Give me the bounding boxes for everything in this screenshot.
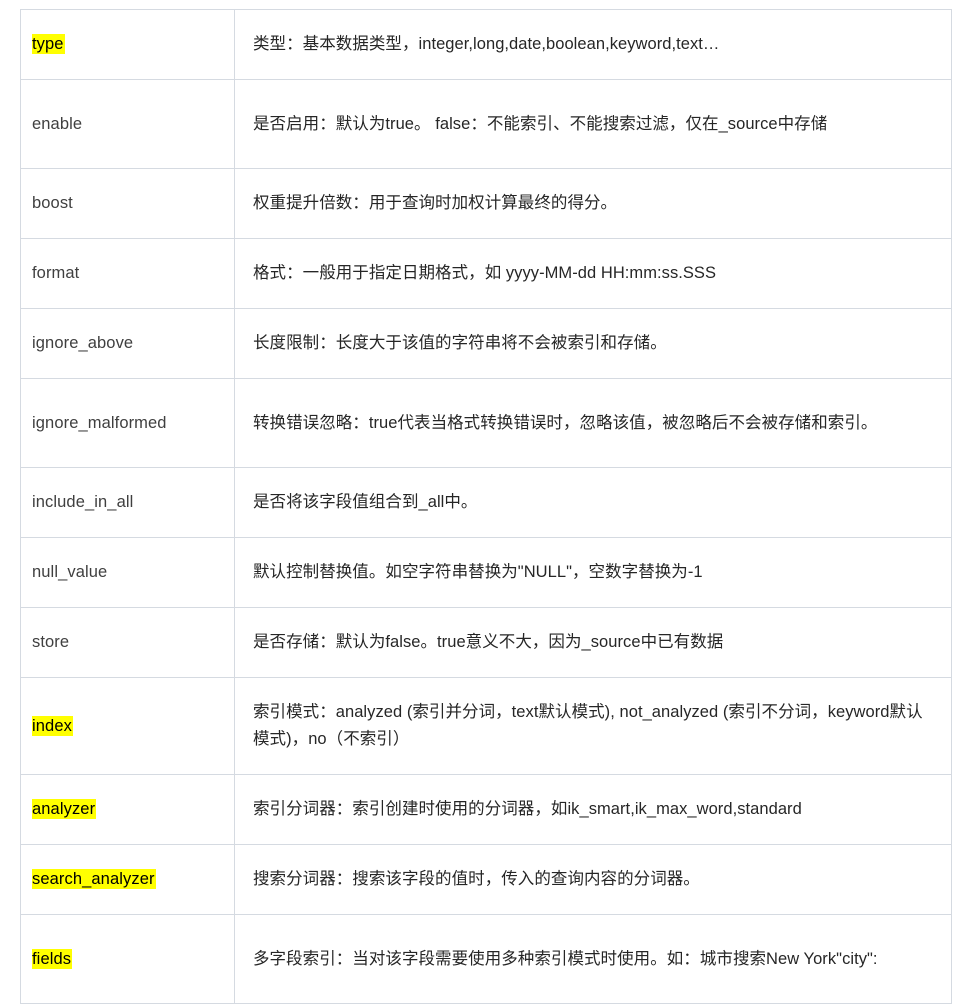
parameter-name-fields: fields [32,948,73,969]
parameter-description-ignore-malformed: 转换错误忽略：true代表当格式转换错误时，忽略该值，被忽略后不会被存储和索引。 [253,413,878,432]
table-row: null_value 默认控制替换值。如空字符串替换为"NULL"，空数字替换为… [20,537,952,608]
table-row: boost 权重提升倍数：用于查询时加权计算最终的得分。 [20,168,952,239]
parameter-name-analyzer: analyzer [32,799,97,820]
parameter-name-cell: null_value [20,537,235,608]
parameter-description-cell: 类型：基本数据类型，integer,long,date,boolean,keyw… [234,9,952,80]
parameter-description-cell: 是否存储：默认为false。true意义不大，因为_source中已有数据 [234,607,952,678]
parameter-description-search-analyzer: 搜索分词器：搜索该字段的值时，传入的查询内容的分词器。 [253,870,700,889]
parameter-name-include-in-all: include_in_all [32,493,134,512]
table-row: type 类型：基本数据类型，integer,long,date,boolean… [20,9,952,80]
table-row: ignore_above 长度限制：长度大于该值的字符串将不会被索引和存储。 [20,308,952,379]
parameter-description-cell: 多字段索引：当对该字段需要使用多种索引模式时使用。如：城市搜索New York"… [234,914,952,1004]
parameter-name-cell: boost [20,168,235,239]
table-row: enable 是否启用：默认为true。 false：不能索引、不能搜索过滤，仅… [20,79,952,169]
parameter-name-cell: index [20,677,235,775]
parameter-name-cell: type [20,9,235,80]
parameter-name-type: type [32,34,65,55]
parameter-name-boost: boost [32,194,73,213]
table-row: search_analyzer 搜索分词器：搜索该字段的值时，传入的查询内容的分… [20,844,952,915]
parameter-description-boost: 权重提升倍数：用于查询时加权计算最终的得分。 [253,194,618,213]
table-row: index 索引模式：analyzed (索引并分词，text默认模式), no… [20,677,952,775]
parameter-name-cell: include_in_all [20,467,235,538]
parameter-name-cell: format [20,238,235,309]
table-row: analyzer 索引分词器：索引创建时使用的分词器，如ik_smart,ik_… [20,774,952,845]
parameter-name-cell: enable [20,79,235,169]
parameter-description-format: 格式：一般用于指定日期格式，如 yyyy-MM-dd HH:mm:ss.SSS [253,264,717,283]
parameter-description-cell: 转换错误忽略：true代表当格式转换错误时，忽略该值，被忽略后不会被存储和索引。 [234,378,952,468]
parameter-description-cell: 是否将该字段值组合到_all中。 [234,467,952,538]
parameter-description-store: 是否存储：默认为false。true意义不大，因为_source中已有数据 [253,633,724,652]
parameter-description-cell: 是否启用：默认为true。 false：不能索引、不能搜索过滤，仅在_sourc… [234,79,952,169]
table-row: include_in_all 是否将该字段值组合到_all中。 [20,467,952,538]
parameter-description-cell: 长度限制：长度大于该值的字符串将不会被索引和存储。 [234,308,952,379]
parameter-name-cell: analyzer [20,774,235,845]
parameter-description-null-value: 默认控制替换值。如空字符串替换为"NULL"，空数字替换为-1 [253,563,703,582]
parameter-description-cell: 索引模式：analyzed (索引并分词，text默认模式), not_anal… [234,677,952,775]
parameter-name-ignore-malformed: ignore_malformed [32,413,167,432]
parameter-description-fields: 多字段索引：当对该字段需要使用多种索引模式时使用。如：城市搜索New York"… [253,949,878,968]
parameter-name-cell: ignore_malformed [20,378,235,468]
parameter-name-cell: search_analyzer [20,844,235,915]
parameter-description-enable: 是否启用：默认为true。 false：不能索引、不能搜索过滤，仅在_sourc… [253,114,828,133]
parameter-description-ignore-above: 长度限制：长度大于该值的字符串将不会被索引和存储。 [253,334,667,353]
parameter-description-cell: 格式：一般用于指定日期格式，如 yyyy-MM-dd HH:mm:ss.SSS [234,238,952,309]
table-row: format 格式：一般用于指定日期格式，如 yyyy-MM-dd HH:mm:… [20,238,952,309]
parameter-name-cell: fields [20,914,235,1004]
table-row: store 是否存储：默认为false。true意义不大，因为_source中已… [20,607,952,678]
document-page: type 类型：基本数据类型，integer,long,date,boolean… [0,0,972,1004]
parameter-description-cell: 索引分词器：索引创建时使用的分词器，如ik_smart,ik_max_word,… [234,774,952,845]
parameter-name-format: format [32,264,80,283]
table-body: type 类型：基本数据类型，integer,long,date,boolean… [20,9,952,1004]
parameter-description-cell: 权重提升倍数：用于查询时加权计算最终的得分。 [234,168,952,239]
parameter-name-cell: ignore_above [20,308,235,379]
table-row: fields 多字段索引：当对该字段需要使用多种索引模式时使用。如：城市搜索Ne… [20,914,952,1004]
parameter-description-cell: 搜索分词器：搜索该字段的值时，传入的查询内容的分词器。 [234,844,952,915]
parameter-description-type: 类型：基本数据类型，integer,long,date,boolean,keyw… [253,35,720,54]
parameter-name-index: index [32,715,73,736]
parameter-description-cell: 默认控制替换值。如空字符串替换为"NULL"，空数字替换为-1 [234,537,952,608]
parameter-description-index: 索引模式：analyzed (索引并分词，text默认模式), not_anal… [253,703,923,748]
parameter-name-store: store [32,633,70,652]
parameter-name-ignore-above: ignore_above [32,334,134,353]
mapping-parameters-table: type 类型：基本数据类型，integer,long,date,boolean… [20,9,952,1004]
parameter-name-enable: enable [32,114,83,133]
parameter-name-null-value: null_value [32,563,108,582]
parameter-name-cell: store [20,607,235,678]
parameter-description-include-in-all: 是否将该字段值组合到_all中。 [253,493,478,512]
table-row: ignore_malformed 转换错误忽略：true代表当格式转换错误时，忽… [20,378,952,468]
parameter-name-search-analyzer: search_analyzer [32,869,156,890]
parameter-description-analyzer: 索引分词器：索引创建时使用的分词器，如ik_smart,ik_max_word,… [253,800,802,819]
